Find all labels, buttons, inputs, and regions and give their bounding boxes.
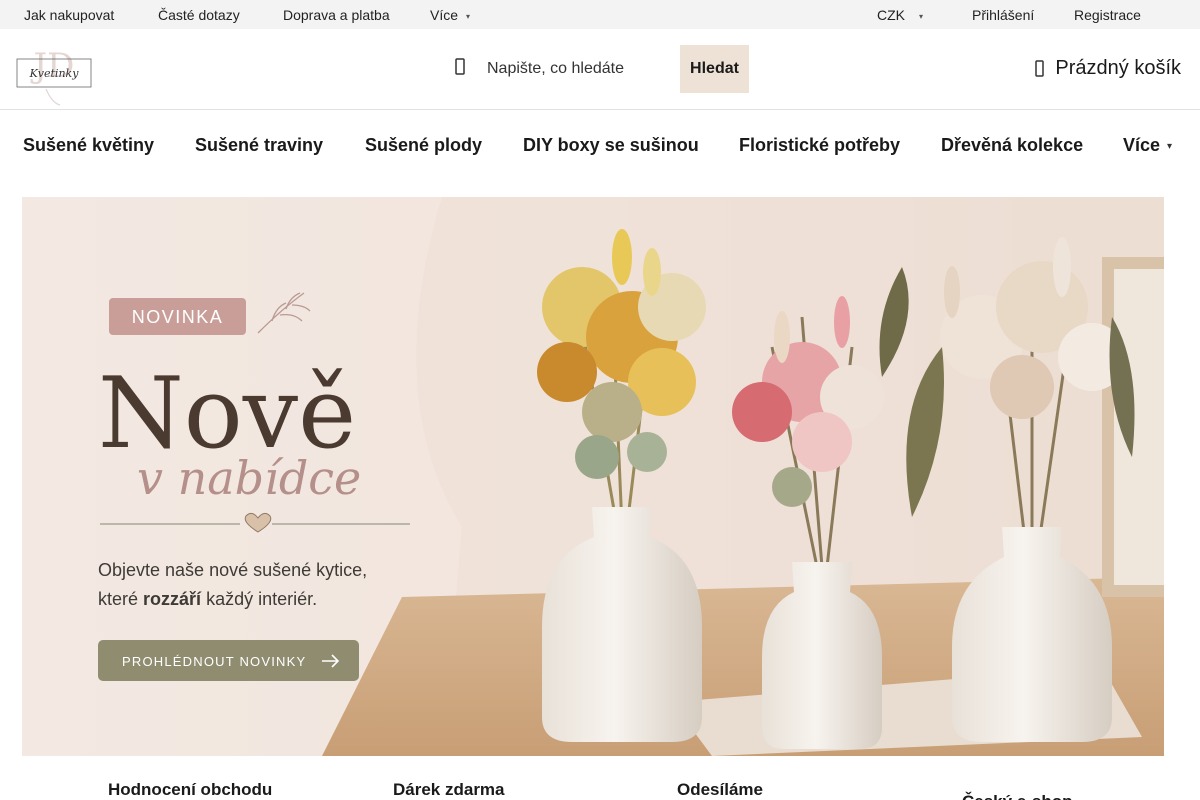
hero-text-line1: Objevte naše nové sušené kytice,: [98, 560, 367, 580]
topbar-more-label: Více: [430, 7, 459, 23]
link-caste-dotazy[interactable]: Časté dotazy: [158, 7, 240, 23]
benefit-darek: Dárek zdarma: [393, 780, 505, 799]
category-susene-kvetiny[interactable]: Sušené květiny: [23, 135, 154, 156]
topbar-more-menu[interactable]: Více ▾: [430, 7, 470, 23]
search-input[interactable]: [478, 46, 674, 92]
hero-text-line2: které rozzáří každý interiér.: [98, 589, 317, 609]
logo-text: Kvetinky: [29, 67, 80, 80]
category-nav: Sušené květiny Sušené traviny Sušené plo…: [0, 110, 1200, 176]
chevron-down-icon: ▾: [466, 11, 471, 21]
category-drevena-kolekce[interactable]: Dřevěná kolekce: [941, 135, 1083, 156]
site-header: JD Kvetinky Hledat Prázdný košík: [0, 29, 1200, 110]
category-susene-plody[interactable]: Sušené plody: [365, 135, 482, 156]
hero-banner[interactable]: NOVINKA Nově v nabídce Objevte naše nové…: [22, 197, 1164, 756]
hero-subtitle: v nabídce: [137, 451, 361, 505]
register-link[interactable]: Registrace: [1074, 7, 1141, 23]
cart-icon: [1035, 59, 1045, 77]
hero-illustration: NOVINKA Nově v nabídce Objevte naše nové…: [22, 197, 1164, 756]
chevron-down-icon: ▾: [919, 11, 924, 21]
benefits-row: Hodnocení obchodu Dárek zdarma Odesíláme…: [0, 770, 1200, 800]
category-more-menu[interactable]: Více ▾: [1123, 135, 1172, 156]
top-bar: Jak nakupovat Časté dotazy Doprava a pla…: [0, 0, 1200, 29]
category-susene-traviny[interactable]: Sušené traviny: [195, 135, 323, 156]
login-link[interactable]: Přihlášení: [972, 7, 1034, 23]
chevron-down-icon: ▾: [1167, 140, 1173, 152]
category-diy-boxy[interactable]: DIY boxy se sušinou: [523, 135, 699, 156]
benefit-cesky-eshop: Český e-shop: [962, 792, 1073, 800]
cart-link[interactable]: Prázdný košík: [1035, 57, 1181, 80]
currency-select[interactable]: CZK ▾: [877, 7, 923, 23]
badge-text: NOVINKA: [132, 307, 224, 327]
search-button[interactable]: Hledat: [680, 45, 749, 93]
cart-label: Prázdný košík: [1055, 57, 1181, 79]
cta-label: PROHLÉDNOUT NOVINKY: [122, 654, 306, 669]
link-doprava-a-platba[interactable]: Doprava a platba: [283, 7, 390, 23]
benefit-hodnoceni: Hodnocení obchodu: [108, 780, 273, 799]
search-icon: [455, 58, 465, 75]
category-more-label: Více: [1123, 135, 1161, 155]
shop-logo[interactable]: JD Kvetinky: [16, 47, 92, 109]
category-floristicke-potreby[interactable]: Floristické potřeby: [739, 135, 900, 156]
link-jak-nakupovat[interactable]: Jak nakupovat: [24, 7, 114, 23]
benefit-odesilame: Odesíláme: [677, 780, 763, 799]
currency-label: CZK: [877, 7, 905, 23]
cta-button[interactable]: PROHLÉDNOUT NOVINKY: [98, 640, 359, 681]
